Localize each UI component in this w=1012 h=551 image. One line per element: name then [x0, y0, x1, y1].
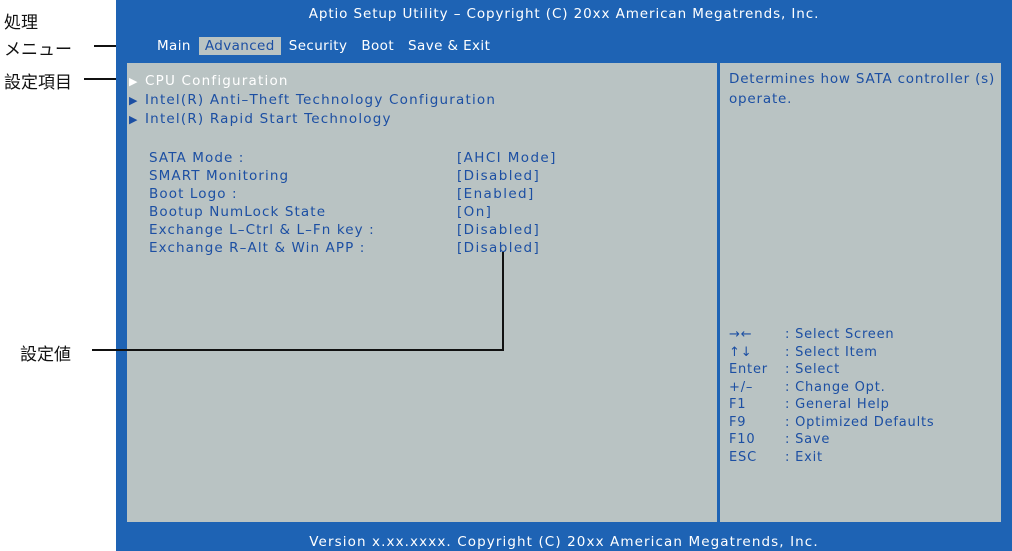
setting-numlock-value[interactable]: [On]: [457, 203, 492, 220]
key-desc: : General Help: [785, 397, 890, 413]
key-help-row: F1 : General Help: [729, 396, 934, 414]
key-help-list: →← : Select Screen ↑↓ : Select Item Ente…: [729, 326, 934, 466]
key-help-row: F10 : Save: [729, 431, 934, 449]
triangle-right-icon: ▶: [129, 93, 139, 107]
setting-numlock-label: Bootup NumLock State: [149, 203, 327, 220]
menu-tab-boot[interactable]: Boot: [355, 37, 400, 55]
triangle-right-icon: ▶: [129, 74, 139, 88]
submenu-label: Intel(R) Anti–Theft Technology Configura…: [145, 92, 497, 108]
triangle-right-icon: ▶: [129, 112, 139, 126]
key-help-row: +/– : Change Opt.: [729, 379, 934, 397]
callout-values-leader-v: [502, 252, 504, 351]
setting-exchange-ctrl-fn-label: Exchange L–Ctrl & L–Fn key :: [149, 221, 375, 238]
setting-boot-logo-value[interactable]: [Enabled]: [457, 185, 535, 202]
submenu-rapid-start[interactable]: ▶ Intel(R) Rapid Start Technology: [129, 110, 392, 128]
setting-smart-monitoring-label: SMART Monitoring: [149, 167, 290, 184]
key-desc: : Optimized Defaults: [785, 414, 935, 430]
bios-title: Aptio Setup Utility – Copyright (C) 20xx…: [308, 6, 820, 22]
key-help-row: ↑↓ : Select Item: [729, 344, 934, 362]
callout-menu-line1: 処理: [4, 13, 38, 33]
menu-bar: Main Advanced Security Boot Save & Exit: [151, 36, 498, 56]
bios-footer: Version x.xx.xxxx. Copyright (C) 20xx Am…: [309, 534, 819, 550]
key-desc: : Change Opt.: [785, 379, 886, 395]
key-f1: F1: [729, 397, 747, 413]
main-panel: ▶ CPU Configuration ▶ Intel(R) Anti–Thef…: [124, 60, 1004, 525]
setting-exchange-ctrl-fn-value[interactable]: [Disabled]: [457, 221, 540, 238]
key-desc: : Exit: [785, 449, 823, 465]
submenu-label: Intel(R) Rapid Start Technology: [145, 111, 392, 127]
key-plus-minus: +/–: [729, 379, 754, 395]
key-desc: : Select Item: [785, 344, 878, 360]
key-help-row: →← : Select Screen: [729, 326, 934, 344]
callout-items: 設定項目: [4, 73, 72, 93]
key-f9: F9: [729, 414, 747, 430]
setting-exchange-alt-win-label: Exchange R–Alt & Win APP :: [149, 239, 366, 256]
submenu-cpu-configuration[interactable]: ▶ CPU Configuration: [129, 72, 289, 90]
submenu-anti-theft[interactable]: ▶ Intel(R) Anti–Theft Technology Configu…: [129, 91, 496, 109]
key-desc: : Select: [785, 362, 841, 378]
key-arrows-lr: →←: [729, 327, 753, 343]
setting-sata-mode-label: SATA Mode :: [149, 149, 245, 166]
help-text: Determines how SATA controller (s) opera…: [729, 71, 996, 107]
setting-smart-monitoring-value[interactable]: [Disabled]: [457, 167, 540, 184]
key-help-row: F9 : Optimized Defaults: [729, 414, 934, 432]
bios-setup-window: Aptio Setup Utility – Copyright (C) 20xx…: [116, 0, 1012, 551]
key-arrows-ud: ↑↓: [729, 344, 753, 360]
key-f10: F10: [729, 432, 756, 448]
panel-divider: [717, 63, 720, 522]
key-help-row: Enter : Select: [729, 361, 934, 379]
key-help-row: ESC : Exit: [729, 449, 934, 467]
menu-tab-save-exit[interactable]: Save & Exit: [402, 37, 496, 55]
setting-sata-mode-value[interactable]: [AHCI Mode]: [457, 149, 557, 166]
key-desc: : Select Screen: [785, 327, 895, 343]
callout-menu-line2: メニュー: [4, 40, 72, 60]
menu-tab-main[interactable]: Main: [151, 37, 197, 55]
setting-exchange-alt-win-value[interactable]: [Disabled]: [457, 239, 540, 256]
callout-values-leader-h: [92, 349, 504, 351]
key-enter: Enter: [729, 362, 768, 378]
menu-tab-advanced[interactable]: Advanced: [198, 37, 281, 55]
menu-tab-security[interactable]: Security: [283, 37, 354, 55]
key-desc: : Save: [785, 432, 831, 448]
callout-values: 設定値: [20, 345, 71, 365]
submenu-label: CPU Configuration: [145, 73, 289, 89]
setting-boot-logo-label: Boot Logo :: [149, 185, 238, 202]
key-esc: ESC: [729, 449, 757, 465]
